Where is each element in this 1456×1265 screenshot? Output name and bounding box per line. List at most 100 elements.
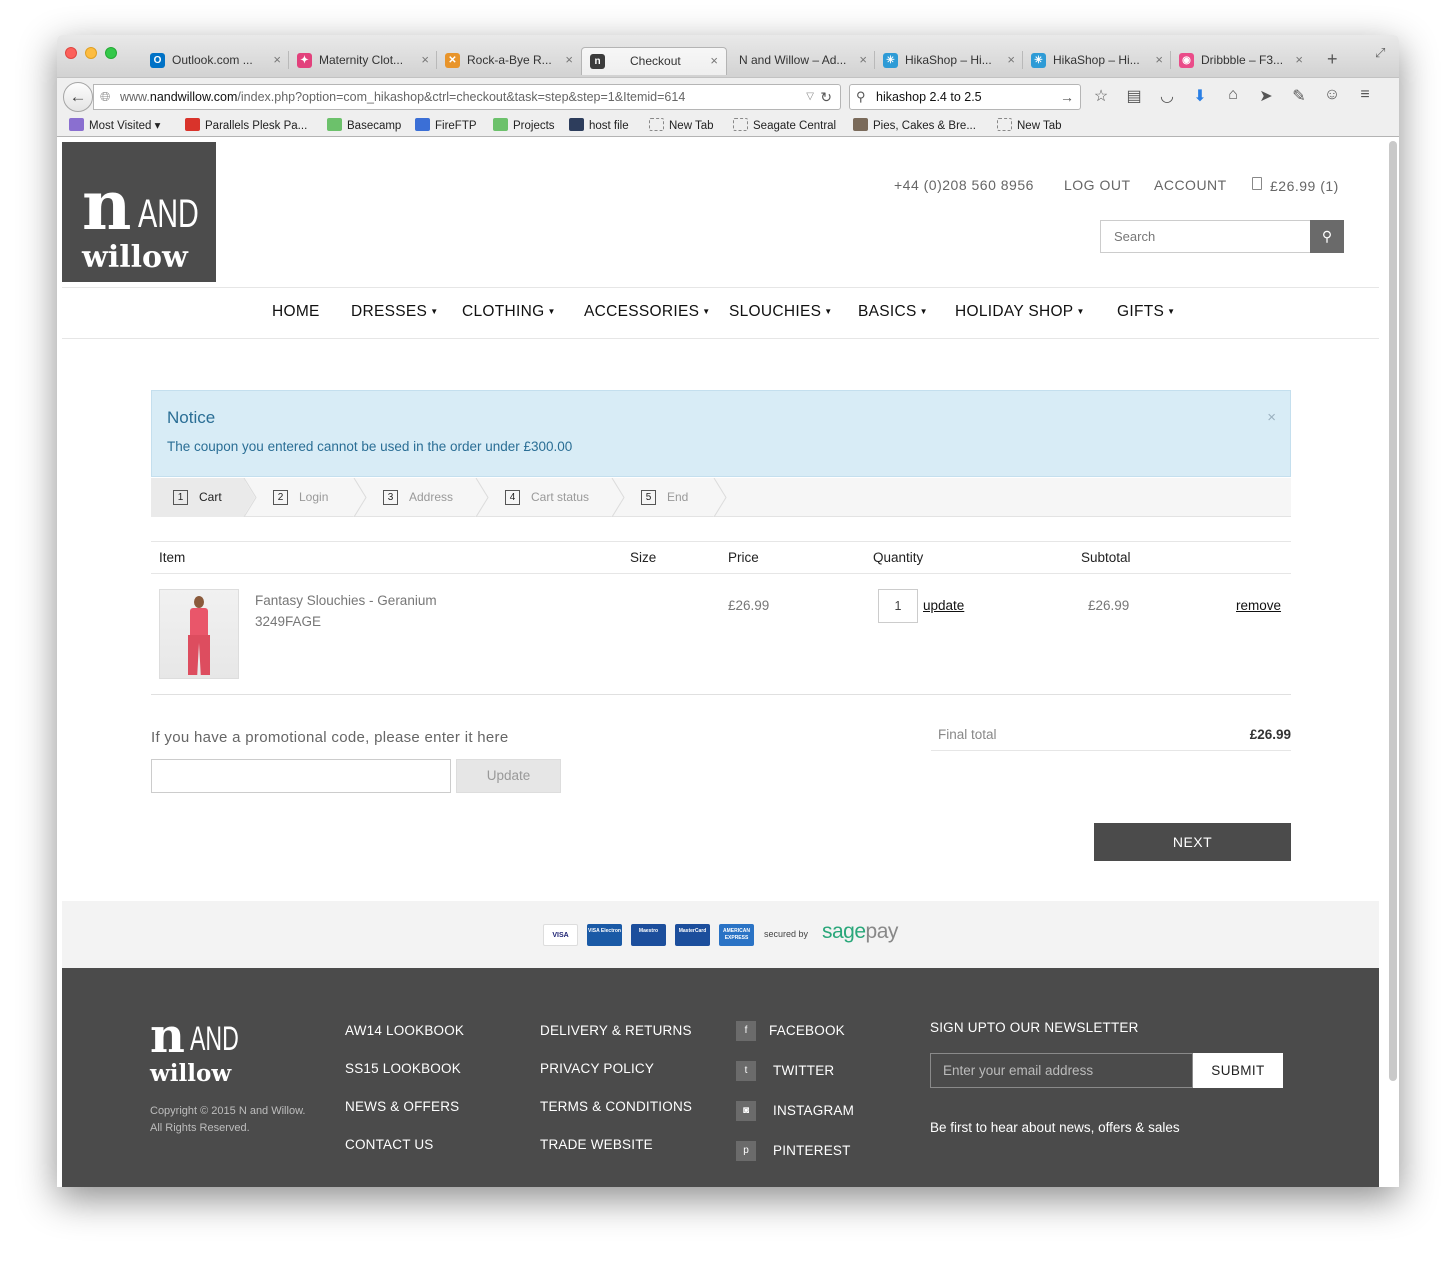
fullscreen-icon[interactable]: ⤢ [1375, 45, 1385, 61]
nav-item-dresses[interactable]: DRESSES ▼ [351, 303, 438, 321]
search-term: hikashop 2.4 to 2.5 [876, 90, 982, 104]
search-go-icon[interactable]: → [1060, 85, 1074, 109]
send-icon[interactable]: ➤ [1256, 86, 1276, 110]
step-number: 1 [173, 490, 188, 505]
new-tab-button[interactable]: + [1327, 49, 1338, 70]
browser-tab[interactable]: ◉ Dribbble – F3... × [1171, 47, 1311, 75]
bookmark-item[interactable]: host file [569, 118, 629, 134]
quantity-input[interactable] [878, 589, 918, 623]
bookmark-item[interactable]: Projects [493, 118, 555, 134]
step-address[interactable]: 3 Address [357, 478, 477, 517]
footer-link[interactable]: NEWS & OFFERS [345, 1099, 459, 1114]
footer-link[interactable]: PRIVACY POLICY [540, 1061, 654, 1076]
back-button[interactable]: ← [63, 82, 93, 112]
page-scrollbar[interactable] [1389, 141, 1397, 1081]
footer-link[interactable]: CONTACT US [345, 1137, 434, 1152]
browser-tab[interactable]: ✳ HikaShop – Hi... × [1023, 47, 1171, 75]
nav-item-basics[interactable]: BASICS ▼ [858, 303, 928, 321]
tab-close-icon[interactable]: × [859, 47, 867, 73]
bookmark-item[interactable]: Parallels Plesk Pa... [185, 118, 307, 134]
tab-close-icon[interactable]: × [421, 47, 429, 73]
bookmark-item[interactable]: Basecamp [327, 118, 401, 134]
step-cart-status[interactable]: 4 Cart status [479, 478, 613, 517]
minimize-window-button[interactable] [85, 47, 97, 59]
logout-link[interactable]: LOG OUT [1064, 177, 1131, 193]
search-button[interactable]: ⚲ [1310, 220, 1344, 253]
social-link-twitter[interactable]: TWITTER [773, 1063, 834, 1078]
bookmark-item[interactable]: Seagate Central [733, 118, 836, 134]
browser-search-bar[interactable]: ⚲ hikashop 2.4 to 2.5 → [849, 84, 1081, 110]
newsletter-email-input[interactable] [930, 1053, 1193, 1088]
step-cart[interactable]: 1 Cart [151, 478, 245, 517]
extension-icon[interactable]: ✎ [1289, 86, 1309, 110]
nav-item-accessories[interactable]: ACCESSORIES ▼ [584, 303, 711, 321]
close-window-button[interactable] [65, 47, 77, 59]
site-logo[interactable]: n AND willow [62, 142, 216, 282]
product-name[interactable]: Fantasy Slouchies - Geranium [255, 593, 437, 608]
twitter-icon[interactable]: t [736, 1061, 756, 1081]
site-search-input[interactable] [1101, 221, 1310, 252]
home-icon[interactable]: ⌂ [1223, 86, 1243, 110]
next-button[interactable]: NEXT [1094, 823, 1291, 861]
model-legs [188, 635, 210, 675]
cart-link[interactable]: £26.99 (1) [1252, 177, 1339, 194]
reload-icon[interactable]: ↻ [820, 85, 832, 109]
nav-item-clothing[interactable]: CLOTHING ▼ [462, 303, 556, 321]
footer-link[interactable]: TRADE WEBSITE [540, 1137, 653, 1152]
tab-close-icon[interactable]: × [273, 47, 281, 73]
nav-item-gifts[interactable]: GIFTS ▼ [1117, 303, 1175, 321]
pocket-icon[interactable]: ◡ [1157, 86, 1177, 110]
caret-down-icon: ▼ [1076, 307, 1085, 316]
social-link-pinterest[interactable]: PINTEREST [773, 1143, 851, 1158]
social-link-instagram[interactable]: INSTAGRAM [773, 1103, 854, 1118]
browser-tab[interactable]: N and Willow – Ad... × [727, 47, 875, 75]
tab-close-icon[interactable]: × [710, 48, 718, 74]
reading-list-icon[interactable]: ▤ [1124, 86, 1144, 110]
url-bar[interactable]: 🌐︎ www.nandwillow.com/index.php?option=c… [93, 84, 841, 110]
footer-link[interactable]: DELIVERY & RETURNS [540, 1023, 692, 1038]
search-engine-icon[interactable]: ⚲ [856, 85, 866, 109]
promo-update-button[interactable]: Update [456, 759, 561, 793]
downloads-icon[interactable]: ⬇ [1190, 86, 1210, 110]
product-image[interactable] [159, 589, 239, 679]
bookmark-item[interactable]: FireFTP [415, 118, 477, 134]
tab-close-icon[interactable]: × [1295, 47, 1303, 73]
tab-close-icon[interactable]: × [1155, 47, 1163, 73]
browser-tab[interactable]: ✕ Rock-a-Bye R... × [437, 47, 581, 75]
browser-tab[interactable]: ✳ HikaShop – Hi... × [875, 47, 1023, 75]
shopping-bag-icon [1252, 177, 1262, 190]
remove-item-link[interactable]: remove [1236, 598, 1281, 613]
browser-tab[interactable]: ✦ Maternity Clot... × [289, 47, 437, 75]
bookmark-item[interactable]: New Tab [649, 118, 714, 134]
footer-link[interactable]: AW14 LOOKBOOK [345, 1023, 464, 1038]
pinterest-icon[interactable]: p [736, 1141, 756, 1161]
instagram-icon[interactable]: ◙ [736, 1101, 756, 1121]
promo-code-input[interactable] [151, 759, 451, 793]
tab-close-icon[interactable]: × [1007, 47, 1015, 73]
step-end[interactable]: 5 End [615, 478, 715, 517]
bookmark-item[interactable]: Most Visited ▾ [69, 118, 160, 134]
footer-link[interactable]: SS15 LOOKBOOK [345, 1061, 461, 1076]
facebook-icon[interactable]: f [736, 1021, 756, 1041]
zoom-window-button[interactable] [105, 47, 117, 59]
history-dropdown-icon[interactable]: ▽ [806, 85, 814, 109]
browser-tab[interactable]: O Outlook.com ... × [142, 47, 289, 75]
nav-item-home[interactable]: HOME [272, 303, 320, 321]
footer-link[interactable]: TERMS & CONDITIONS [540, 1099, 692, 1114]
update-quantity-link[interactable]: update [923, 598, 964, 613]
social-link-facebook[interactable]: FACEBOOK [769, 1023, 845, 1038]
nav-item-holiday-shop[interactable]: HOLIDAY SHOP ▼ [955, 303, 1085, 321]
col-header-item: Item [159, 550, 186, 565]
nav-item-slouchies[interactable]: SLOUCHIES ▼ [729, 303, 833, 321]
chat-icon[interactable]: ☺ [1322, 86, 1342, 110]
browser-tab[interactable]: n Checkout × [581, 47, 727, 75]
bookmark-star-icon[interactable]: ☆ [1091, 86, 1111, 110]
newsletter-submit-button[interactable]: SUBMIT [1193, 1053, 1283, 1088]
tab-close-icon[interactable]: × [565, 47, 573, 73]
notice-close-icon[interactable]: × [1267, 409, 1276, 426]
bookmark-item[interactable]: New Tab [997, 118, 1062, 134]
account-link[interactable]: ACCOUNT [1154, 177, 1227, 193]
menu-icon[interactable]: ≡ [1355, 86, 1375, 110]
bookmark-item[interactable]: Pies, Cakes & Bre... [853, 118, 976, 134]
step-login[interactable]: 2 Login [247, 478, 355, 517]
